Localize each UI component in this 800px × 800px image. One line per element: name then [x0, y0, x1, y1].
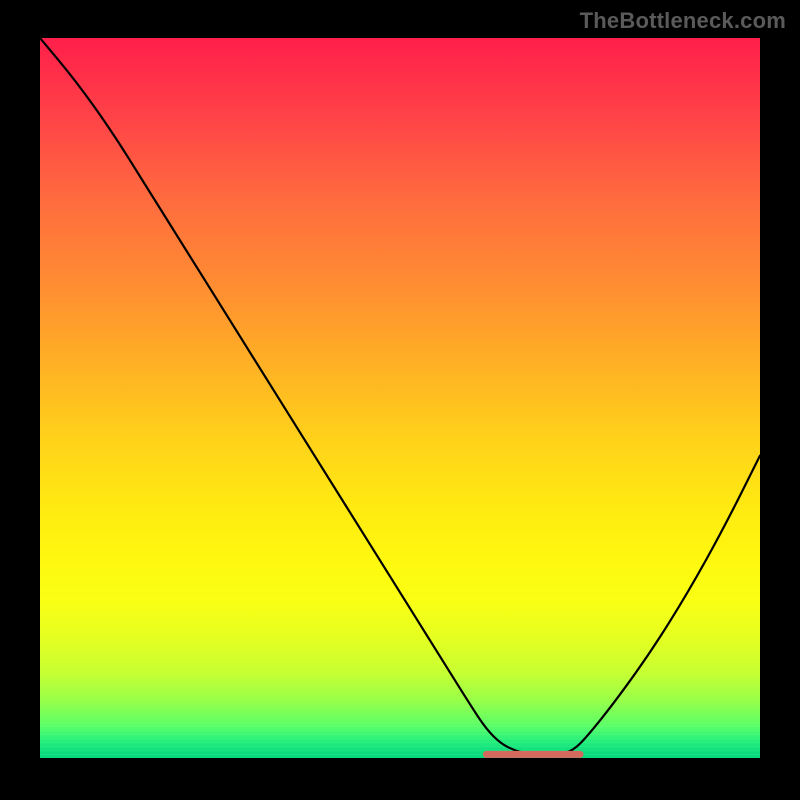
chart-container: TheBottleneck.com [0, 0, 800, 800]
plot-area [40, 38, 760, 758]
curve-svg [40, 38, 760, 758]
bottleneck-curve [40, 38, 760, 754]
watermark-text: TheBottleneck.com [580, 8, 786, 34]
